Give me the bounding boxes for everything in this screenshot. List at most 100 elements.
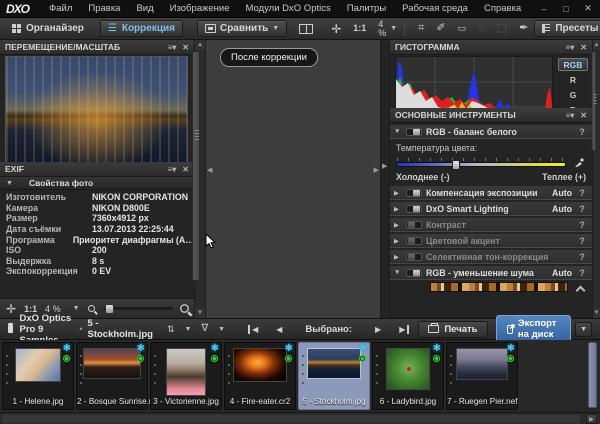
collapse-arrow-icon[interactable]: ▶ bbox=[382, 162, 387, 170]
current-file-label[interactable]: 5 - Stockholm.jpg bbox=[88, 318, 153, 340]
collapse-triangle-icon[interactable]: ▼ bbox=[394, 269, 402, 276]
close-icon[interactable]: ✕ bbox=[582, 3, 594, 14]
crop-tool-icon[interactable]: ⌗ bbox=[412, 23, 430, 34]
star-badge-icon[interactable]: ✱ bbox=[63, 343, 71, 354]
thumbnail-victorienne[interactable]: ✱ 3 - Victorienne.jpg bbox=[150, 342, 222, 410]
help-icon[interactable]: ? bbox=[576, 268, 588, 278]
menu-palettes[interactable]: Палитры bbox=[339, 3, 394, 14]
compare-button[interactable]: Сравнить ▼ bbox=[197, 20, 287, 37]
noise-preview-image[interactable] bbox=[430, 282, 568, 292]
chevron-up-icon[interactable] bbox=[577, 285, 584, 292]
section-exposure-compensation[interactable]: ▶ Компенсация экспозиции Auto ? bbox=[390, 186, 592, 200]
star-badge-icon[interactable]: ✱ bbox=[507, 343, 515, 354]
image-viewer[interactable]: После коррекции ◀ ▶ bbox=[206, 40, 380, 318]
export-options-dropdown[interactable]: ▼ bbox=[575, 322, 592, 337]
zoom-slider[interactable] bbox=[103, 307, 173, 310]
main-image[interactable] bbox=[212, 118, 374, 214]
thumbnail-helene[interactable]: ✱ 1 - Helene.jpg bbox=[2, 342, 74, 410]
export-to-disk-button[interactable]: Экспорт на диск bbox=[496, 315, 572, 343]
zoom-out-icon[interactable] bbox=[88, 305, 95, 312]
channel-rgb-button[interactable]: RGB bbox=[558, 58, 588, 71]
section-white-balance[interactable]: ▼ RGB - баланс белого ? bbox=[390, 125, 592, 139]
help-icon[interactable]: ? bbox=[576, 252, 588, 262]
thumbnail-ruegen-pier[interactable]: ✱ 7 - Ruegen Pier.nef bbox=[446, 342, 518, 410]
menu-workspace[interactable]: Рабочая среда bbox=[394, 3, 476, 14]
star-badge-icon[interactable]: ✱ bbox=[285, 343, 293, 354]
first-image-button[interactable]: ◀ bbox=[239, 325, 267, 334]
dual-view-button[interactable] bbox=[299, 24, 313, 34]
section-smart-lighting[interactable]: ▶ DxO Smart Lighting Auto ? bbox=[390, 202, 592, 216]
horizon-tool-icon[interactable]: ▭ bbox=[452, 24, 473, 33]
thumbnail-image[interactable] bbox=[233, 348, 287, 382]
collapse-triangle-icon[interactable]: ▶ bbox=[394, 205, 402, 213]
scrollbar-thumb[interactable] bbox=[192, 51, 200, 281]
thumbnail-image[interactable] bbox=[83, 348, 141, 379]
thumbnail-image[interactable] bbox=[456, 348, 508, 380]
scroll-down-icon[interactable]: ▼ bbox=[195, 308, 205, 318]
scroll-up-icon[interactable]: ▲ bbox=[195, 40, 205, 50]
temperature-slider[interactable] bbox=[396, 162, 566, 167]
thumbnail-image[interactable] bbox=[307, 348, 361, 379]
eyedropper-icon[interactable] bbox=[574, 156, 586, 168]
filmstrip-scrollbar-thumb[interactable] bbox=[588, 342, 597, 408]
panel-menu-icon[interactable]: ≡▾ bbox=[168, 43, 177, 52]
selection-tool-icon[interactable]: ◌ bbox=[472, 23, 491, 34]
star-badge-icon[interactable]: ✱ bbox=[211, 343, 219, 354]
ratio-1-1-button[interactable]: 1:1 bbox=[347, 24, 372, 33]
help-icon[interactable]: ? bbox=[576, 188, 588, 198]
section-toggle[interactable] bbox=[406, 128, 422, 136]
scroll-up-icon[interactable]: ▲ bbox=[593, 40, 600, 50]
collapse-right-icon[interactable]: ▶ bbox=[374, 166, 379, 174]
chevron-down-icon[interactable]: ▼ bbox=[185, 326, 192, 333]
scroll-right-icon[interactable]: ▶ bbox=[586, 414, 597, 424]
panel-menu-icon[interactable]: ≡▾ bbox=[168, 165, 177, 174]
help-icon[interactable]: ? bbox=[576, 220, 588, 230]
section-color-accent[interactable]: ▶ Цветовой акцент ? bbox=[390, 234, 592, 248]
menu-image[interactable]: Изображение bbox=[162, 3, 238, 14]
panel-close-icon[interactable]: ✕ bbox=[580, 43, 587, 52]
star-badge-icon[interactable]: ✱ bbox=[137, 343, 145, 354]
section-toggle[interactable] bbox=[406, 189, 422, 197]
star-badge-icon[interactable]: ✱ bbox=[433, 343, 441, 354]
menu-help[interactable]: Справка bbox=[476, 3, 529, 14]
help-icon[interactable]: ? bbox=[576, 127, 588, 137]
panel-close-icon[interactable]: ✕ bbox=[580, 111, 587, 120]
chevron-down-icon[interactable]: ▼ bbox=[73, 305, 80, 312]
move-tool-icon[interactable]: ✛ bbox=[325, 23, 347, 35]
sort-icon[interactable]: ⇅ bbox=[161, 325, 181, 334]
section-toggle[interactable] bbox=[406, 269, 422, 277]
mask-tool-icon[interactable]: ⬚ bbox=[491, 23, 513, 34]
thumbnail-image[interactable] bbox=[166, 348, 206, 396]
thumbnail-image[interactable] bbox=[15, 348, 61, 382]
scrollbar-thumb[interactable] bbox=[592, 51, 597, 151]
menu-edit[interactable]: Правка bbox=[80, 3, 128, 14]
menu-view[interactable]: Вид bbox=[128, 3, 161, 14]
previous-image-button[interactable]: ◀ bbox=[267, 325, 291, 334]
correction-tab[interactable]: ☰ Коррекция bbox=[100, 20, 183, 37]
section-noise-reduction[interactable]: ▼ RGB - уменьшение шума Auto ? bbox=[390, 266, 592, 280]
move-tool-icon[interactable]: ✛ bbox=[6, 302, 16, 316]
menu-file[interactable]: Файл bbox=[41, 3, 80, 14]
last-image-button[interactable]: ▶ bbox=[390, 325, 418, 334]
thumbnail-fire-eater[interactable]: ✱ 4 - Fire-eater.cr2 bbox=[224, 342, 296, 410]
horizontal-scrollbar[interactable]: ▶ bbox=[0, 412, 600, 424]
collapse-triangle-icon[interactable]: ▶ bbox=[394, 189, 402, 197]
help-icon[interactable]: ? bbox=[576, 236, 588, 246]
zoom-level-dropdown[interactable]: 4 % ▼ bbox=[372, 20, 397, 38]
panel-close-icon[interactable]: ✕ bbox=[182, 43, 189, 52]
help-icon[interactable]: ? bbox=[576, 204, 588, 214]
left-scrollbar[interactable]: ▲ ▼ bbox=[194, 40, 206, 318]
panel-close-icon[interactable]: ✕ bbox=[182, 165, 189, 174]
panel-divider[interactable]: ▶ bbox=[380, 40, 390, 318]
channel-r-button[interactable]: R bbox=[558, 73, 588, 86]
thumbnail-bosque-sunrise[interactable]: ✱ 2 - Bosque Sunrise.nef bbox=[76, 342, 148, 410]
scroll-down-icon[interactable]: ▼ bbox=[593, 308, 600, 318]
filter-icon[interactable]: ∇ bbox=[195, 324, 214, 334]
collapse-triangle-icon[interactable]: ▶ bbox=[394, 237, 402, 245]
section-selective-tone[interactable]: ▶ Селективная тон-коррекция ? bbox=[390, 250, 592, 264]
eyedropper-tool-icon[interactable]: ✒ bbox=[513, 23, 534, 34]
scrollbar-thumb[interactable] bbox=[2, 415, 580, 423]
collapse-triangle-icon[interactable]: ▼ bbox=[394, 128, 402, 135]
section-toggle[interactable] bbox=[406, 237, 422, 245]
menu-dxo-modules[interactable]: Модули DxO Optics bbox=[238, 3, 339, 14]
